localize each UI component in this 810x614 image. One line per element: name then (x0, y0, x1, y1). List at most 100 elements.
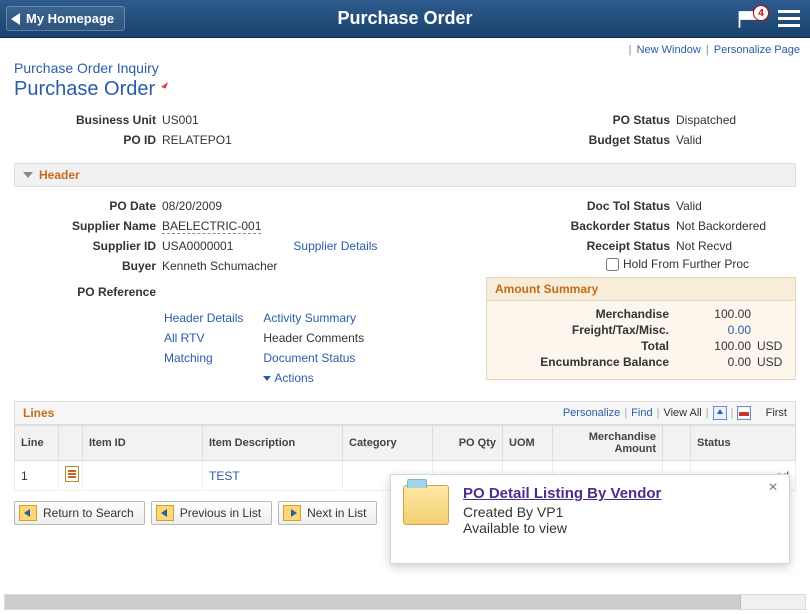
cell-item-id (83, 461, 203, 491)
notification-count-badge: 4 (753, 5, 769, 21)
col-line[interactable]: Line (15, 426, 59, 461)
business-unit-label: Business Unit (14, 113, 162, 127)
next-in-list-button[interactable]: Next in List (278, 501, 377, 525)
return-to-search-button[interactable]: Return to Search (14, 501, 145, 525)
actions-label: Actions (274, 371, 313, 385)
back-label: My Homepage (26, 11, 114, 26)
supplier-id-value: USA0000001 (162, 239, 233, 253)
freight-label: Freight/Tax/Misc. (495, 323, 681, 337)
business-unit-value: US001 (162, 113, 199, 127)
encumbrance-cur: USD (751, 355, 787, 369)
merchandise-value: 100.00 (681, 307, 751, 321)
backorder-status-label: Backorder Status (486, 219, 676, 233)
po-status-value: Dispatched (676, 113, 736, 127)
header-comments-text: Header Comments (263, 331, 364, 345)
col-uom[interactable]: UOM (503, 426, 553, 461)
toast-title-link[interactable]: PO Detail Listing By Vendor (463, 485, 661, 502)
new-window-link[interactable]: New Window (637, 44, 701, 56)
receipt-status-label: Receipt Status (486, 239, 676, 253)
encumbrance-value: 0.00 (681, 355, 751, 369)
supplier-name-value: BAELECTRIC-001 (162, 219, 261, 234)
header-section-body: PO Date 08/20/2009 Supplier Name BAELECT… (14, 195, 796, 389)
disclosure-triangle-icon (23, 172, 33, 178)
supplier-id-label: Supplier ID (14, 239, 162, 253)
total-value: 100.00 (681, 339, 751, 353)
banner-right-tools: 4 (736, 6, 800, 31)
col-category[interactable]: Category (343, 426, 433, 461)
po-status-label: PO Status (486, 113, 676, 127)
grid-view-all[interactable]: View All (663, 407, 701, 419)
grid-first-link[interactable]: First (766, 407, 787, 419)
document-status-link[interactable]: Document Status (263, 351, 355, 365)
total-cur: USD (751, 339, 787, 353)
buyer-label: Buyer (14, 259, 162, 273)
personalize-page-link[interactable]: Personalize Page (714, 44, 800, 56)
merchandise-label: Merchandise (495, 307, 681, 321)
header-links-block: Header Details Activity Summary All RTV … (162, 307, 486, 389)
back-button[interactable]: My Homepage (6, 6, 125, 31)
supplier-name-label: Supplier Name (14, 219, 162, 233)
col-item-id[interactable]: Item ID (83, 426, 203, 461)
notification-toast: PO Detail Listing By Vendor Created By V… (390, 474, 790, 564)
po-date-value: 08/20/2009 (162, 199, 222, 213)
po-date-label: PO Date (14, 199, 162, 213)
line-details-icon[interactable] (65, 466, 79, 482)
col-merch-amount[interactable]: Merchandise Amount (553, 426, 663, 461)
supplier-details-link[interactable]: Supplier Details (293, 239, 377, 253)
toast-close-icon[interactable]: × (765, 481, 781, 497)
buyer-value: Kenneth Schumacher (162, 259, 277, 273)
activity-summary-link[interactable]: Activity Summary (263, 311, 356, 325)
horizontal-scrollbar[interactable] (4, 594, 806, 610)
download-icon[interactable] (737, 406, 751, 420)
caret-down-icon (263, 376, 271, 381)
top-banner: My Homepage Purchase Order 4 (0, 0, 810, 38)
col-po-qty[interactable]: PO Qty (433, 426, 503, 461)
col-item-desc[interactable]: Item Description (203, 426, 343, 461)
col-icon (59, 426, 83, 461)
chevron-left-icon (11, 13, 20, 25)
doc-tol-status-value: Valid (676, 199, 702, 213)
next-nav-icon (283, 505, 301, 521)
po-reference-label: PO Reference (14, 285, 162, 299)
toast-line-2: Available to view (463, 520, 661, 536)
scrollbar-thumb[interactable] (5, 595, 741, 609)
notifications-flag-icon[interactable]: 4 (736, 8, 764, 30)
previous-label: Previous in List (180, 506, 261, 520)
header-section-bar[interactable]: Header (14, 163, 796, 187)
budget-status-label: Budget Status (486, 133, 676, 147)
grid-find-link[interactable]: Find (631, 407, 652, 419)
actions-dropdown[interactable]: Actions (263, 371, 313, 385)
next-label: Next in List (307, 506, 366, 520)
menu-icon[interactable] (778, 6, 800, 31)
grid-personalize-link[interactable]: Personalize (563, 407, 620, 419)
toast-line-1: Created By VP1 (463, 504, 661, 520)
budget-status-value: Valid (676, 133, 702, 147)
col-status[interactable]: Status (691, 426, 796, 461)
amount-summary-box: Amount Summary Merchandise 100.00 Freigh… (486, 277, 796, 380)
breadcrumb: Purchase Order Inquiry (14, 60, 796, 76)
cell-item-desc[interactable]: TEST (209, 469, 240, 483)
encumbrance-label: Encumbrance Balance (495, 355, 681, 369)
hold-further-processing-checkbox[interactable] (606, 258, 619, 271)
folder-icon (403, 485, 449, 525)
po-id-label: PO ID (14, 133, 162, 147)
hold-checkbox-label: Hold From Further Proc (623, 257, 749, 271)
matching-link[interactable]: Matching (164, 351, 213, 365)
cell-line: 1 (15, 461, 59, 491)
all-rtv-link[interactable]: All RTV (164, 331, 204, 345)
col-blank (663, 426, 691, 461)
top-fields: Business Unit US001 PO ID RELATEPO1 PO S… (14, 109, 796, 151)
header-details-link[interactable]: Header Details (164, 311, 243, 325)
doc-tol-status-label: Doc Tol Status (486, 199, 676, 213)
return-to-search-label: Return to Search (43, 506, 134, 520)
prev-nav-icon (156, 505, 174, 521)
previous-in-list-button[interactable]: Previous in List (151, 501, 272, 525)
freight-value-link[interactable]: 0.00 (728, 323, 751, 337)
receipt-status-value: Not Recvd (676, 239, 732, 253)
page-title: Purchase Order (14, 78, 155, 101)
zoom-icon[interactable] (713, 406, 727, 420)
po-id-value: RELATEPO1 (162, 133, 232, 147)
search-nav-icon (19, 505, 37, 521)
header-section-title: Header (39, 168, 80, 182)
total-label: Total (495, 339, 681, 353)
